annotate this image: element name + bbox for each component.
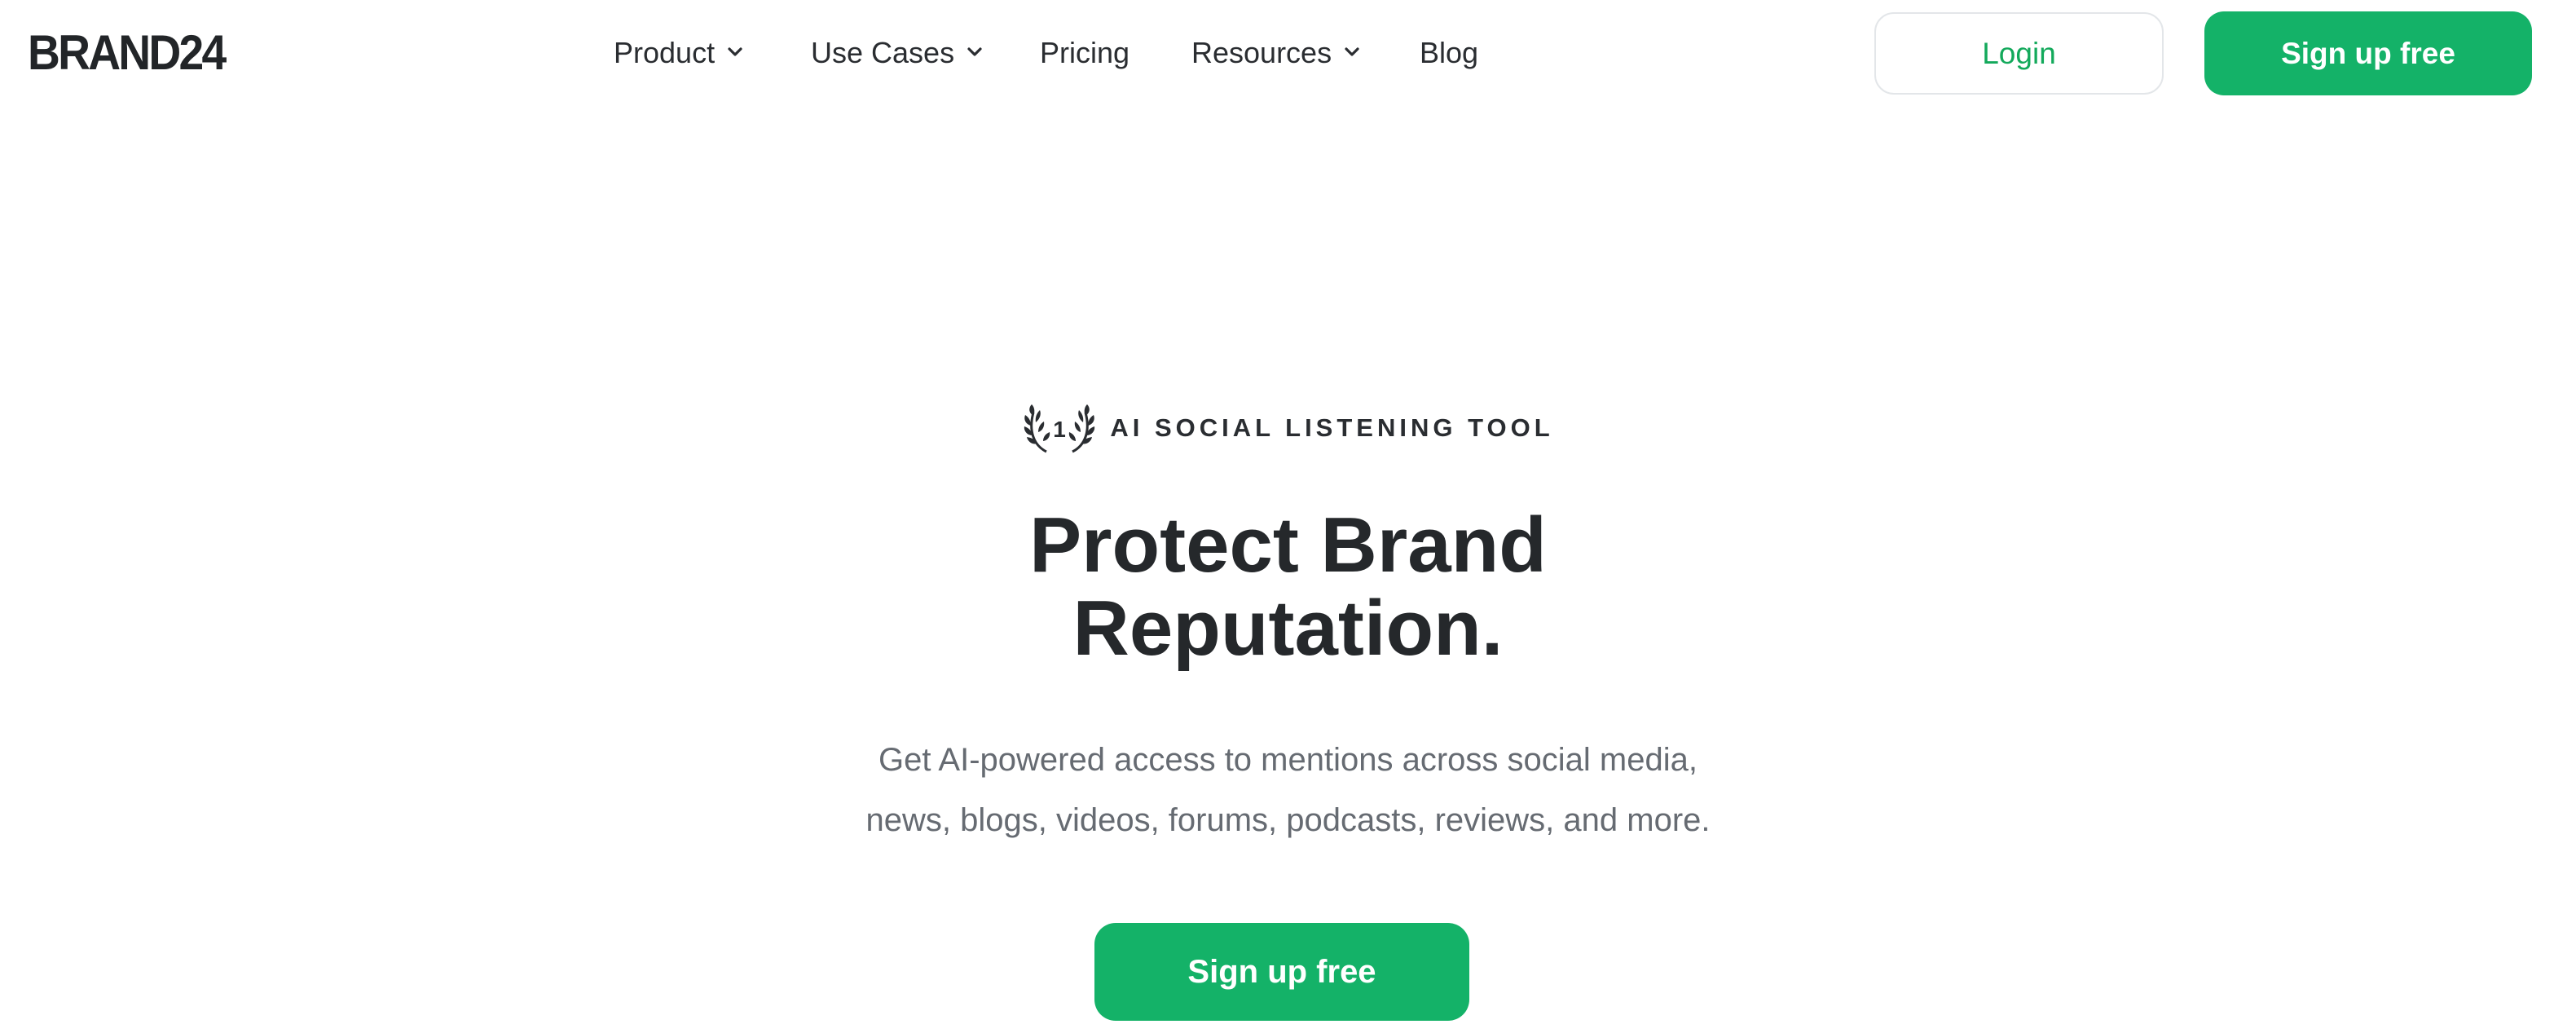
nav-item-label: Product [614,36,716,69]
nav-item-product[interactable]: Product [614,28,744,78]
hero-subtitle-line-2: news, blogs, videos, forums, podcasts, r… [865,802,1711,838]
brand24-logo[interactable]: BRAND24 [28,24,227,82]
nav-item-label: Use Cases [811,36,955,69]
login-button[interactable]: Login [1874,12,2164,95]
laurel-wreath-icon: 1 [1022,398,1097,458]
hero-title-line-2: Reputation. [1072,585,1504,672]
signup-button-header[interactable]: Sign up free [2204,11,2532,95]
signup-button-hero[interactable]: Sign up free [1094,923,1469,1021]
site-header: BRAND24 Product Use Cases Pricing Resour… [0,0,2576,106]
chevron-down-icon [1343,42,1361,60]
chevron-down-icon [966,42,984,60]
nav-item-resources[interactable]: Resources [1191,28,1361,78]
nav-item-blog[interactable]: Blog [1420,28,1478,78]
hero-title-line-1: Protect Brand [1029,501,1547,589]
nav-item-label: Blog [1420,36,1479,69]
nav-item-label: Resources [1191,36,1332,69]
award-badge: 1 AI SOCIAL LISTENING TOOL [0,398,2576,458]
nav-item-label: Pricing [1040,36,1130,69]
hero-title: Protect Brand Reputation. [0,504,2576,670]
hero-subtitle-line-1: Get AI-powered access to mentions across… [878,742,1698,778]
hero-subtitle: Get AI-powered access to mentions across… [0,730,2576,850]
badge-number: 1 [1054,417,1067,442]
badge-text: AI SOCIAL LISTENING TOOL [1110,413,1554,442]
nav-item-use-cases[interactable]: Use Cases [811,28,984,78]
chevron-down-icon [726,42,744,60]
nav-item-pricing[interactable]: Pricing [1040,28,1129,78]
